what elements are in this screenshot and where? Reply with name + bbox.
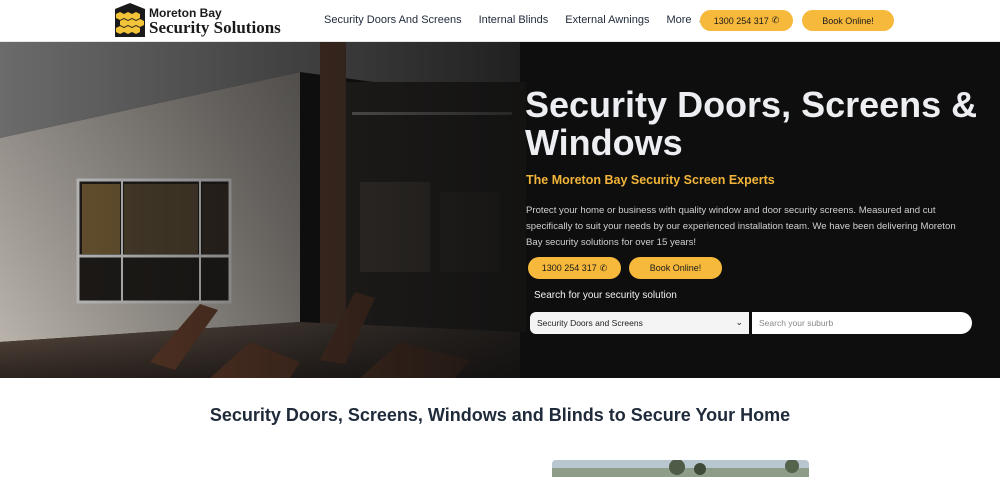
chevron-down-icon: ⌄ <box>735 317 743 327</box>
suburb-search-input[interactable] <box>752 312 972 334</box>
header-phone-label: 1300 254 317 <box>713 15 769 26</box>
hero-phone-button[interactable]: 1300 254 317 ✆ <box>528 257 621 279</box>
nav-external-awnings[interactable]: External Awnings <box>565 14 649 26</box>
hero-phone-label: 1300 254 317 <box>541 263 597 273</box>
brand-line2: Security Solutions <box>149 17 281 37</box>
header-phone-button[interactable]: 1300 254 317 ✆ <box>700 10 793 31</box>
solution-select-value: Security Doors and Screens <box>537 318 643 328</box>
section-preview-image <box>552 460 809 477</box>
nav-security-doors[interactable]: Security Doors And Screens <box>324 14 462 26</box>
nav-internal-blinds[interactable]: Internal Blinds <box>479 14 549 26</box>
site-header: Moreton Bay Security Solutions Security … <box>0 0 1000 42</box>
phone-icon: ✆ <box>771 15 780 25</box>
hero-description: Protect your home or business with quali… <box>526 205 956 248</box>
hero-subtitle: The Moreton Bay Security Screen Experts <box>526 173 775 187</box>
nav-more-label: More <box>666 14 692 26</box>
brand-line1: Moreton Bay <box>149 5 222 20</box>
hero-title: Security Doors, Screens & Windows <box>525 84 978 163</box>
solution-select[interactable]: Security Doors and Screens ⌄ <box>530 312 749 334</box>
main-nav: Security Doors And Screens Internal Blin… <box>324 14 722 26</box>
section-heading: Security Doors, Screens, Windows and Bli… <box>209 405 791 425</box>
brand-name: Moreton Bay Security Solutions <box>149 5 281 36</box>
hero-book-button[interactable]: Book Online! <box>629 257 722 279</box>
phone-icon: ✆ <box>599 262 608 273</box>
hero-section: Security Doors, Screens & Windows The Mo… <box>0 42 1000 378</box>
search-label: Search for your security solution <box>534 290 677 301</box>
brand-logo[interactable]: Moreton Bay Security Solutions <box>115 3 281 37</box>
header-book-button[interactable]: Book Online! <box>802 10 894 31</box>
logo-mark-icon <box>115 3 145 37</box>
